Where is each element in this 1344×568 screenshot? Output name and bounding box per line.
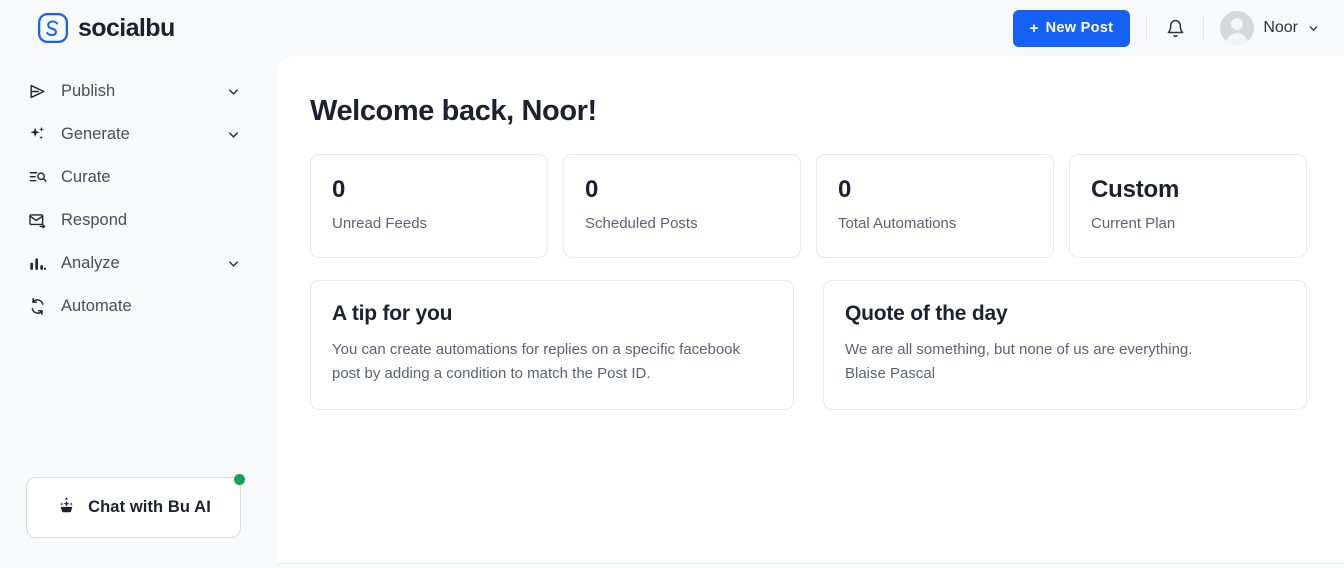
sidebar-item-label: Respond	[61, 211, 128, 229]
sidebar-item-label: Automate	[61, 297, 132, 315]
refresh-cycle-icon	[27, 297, 47, 317]
chat-with-bu-ai-button[interactable]: Chat with Bu AI	[26, 474, 245, 538]
sidebar-item-publish[interactable]: Publish	[0, 70, 277, 113]
list-search-icon	[27, 168, 47, 188]
tip-title: A tip for you	[332, 302, 453, 325]
stat-card-total-automations[interactable]: 0 Total Automations	[816, 154, 1054, 258]
new-post-button[interactable]: + New Post	[1012, 9, 1131, 47]
header-actions: + New Post Noor	[1012, 0, 1320, 56]
stat-label: Scheduled Posts	[585, 215, 698, 233]
chat-with-bu-ai-label: Chat with Bu AI	[88, 498, 211, 516]
stat-label: Unread Feeds	[332, 215, 428, 233]
sparkles-icon	[27, 125, 47, 145]
stat-card-scheduled-posts[interactable]: 0 Scheduled Posts	[563, 154, 801, 258]
chevron-down-icon[interactable]	[226, 256, 241, 271]
notifications-button[interactable]	[1163, 16, 1187, 40]
tip-body: You can create automations for replies o…	[332, 341, 741, 383]
quote-author: Blaise Pascal	[845, 365, 936, 383]
bar-chart-icon	[27, 254, 47, 274]
quote-card: Quote of the day We are all something, b…	[823, 280, 1307, 410]
bottom-rule	[277, 563, 1344, 564]
stat-label: Current Plan	[1091, 215, 1176, 233]
header-divider-2	[1203, 15, 1205, 41]
sidebar-item-label: Publish	[61, 82, 116, 100]
socialbu-s-logo-icon	[38, 13, 68, 43]
chevron-down-icon	[1309, 25, 1318, 31]
header-divider-1	[1146, 15, 1148, 41]
online-status-dot	[234, 474, 245, 485]
chevron-down-icon[interactable]	[226, 84, 241, 99]
sidebar-item-automate[interactable]: Automate	[0, 285, 277, 328]
new-post-label: New Post	[1045, 20, 1114, 36]
stats-row: 0 Unread Feeds 0 Scheduled Posts 0 Total…	[310, 154, 1307, 258]
bu-ai-icon	[56, 495, 77, 521]
stat-value: 0	[332, 176, 346, 203]
brand-name: socialbu	[78, 13, 175, 42]
chevron-down-icon[interactable]	[226, 127, 241, 142]
sidebar-item-analyze[interactable]: Analyze	[0, 242, 277, 285]
avatar-head	[1231, 18, 1244, 30]
user-menu[interactable]: Noor	[1220, 11, 1320, 45]
sidebar-nav: Publish Generate Curate Respond Analyze …	[0, 56, 277, 328]
sidebar-item-respond[interactable]: Respond	[0, 199, 277, 242]
sidebar-item-label: Generate	[61, 125, 130, 143]
sidebar: Publish Generate Curate Respond Analyze …	[0, 56, 277, 568]
bell-icon	[1167, 19, 1184, 37]
panels-row: A tip for you You can create automations…	[310, 280, 1307, 410]
avatar	[1220, 11, 1255, 45]
sidebar-item-label: Analyze	[61, 254, 120, 272]
stat-card-current-plan[interactable]: Custom Current Plan	[1069, 154, 1307, 258]
send-icon	[27, 82, 47, 102]
stat-value: 0	[838, 176, 852, 203]
sidebar-item-generate[interactable]: Generate	[0, 113, 277, 156]
quote-body: We are all something, but none of us are…	[845, 341, 1193, 358]
tip-card: A tip for you You can create automations…	[310, 280, 794, 410]
stat-label: Total Automations	[838, 215, 957, 233]
stat-card-unread-feeds[interactable]: 0 Unread Feeds	[310, 154, 548, 258]
brand-logo[interactable]: socialbu	[38, 13, 175, 43]
app-root: socialbu + New Post Noor Publish Generat…	[0, 0, 1344, 568]
top-header: socialbu + New Post Noor	[0, 0, 1344, 56]
page-title: Welcome back, Noor!	[310, 95, 597, 127]
sidebar-item-curate[interactable]: Curate	[0, 156, 277, 199]
plus-icon: +	[1029, 19, 1039, 37]
user-name: Noor	[1263, 19, 1298, 36]
mail-reply-icon	[27, 211, 47, 231]
quote-title: Quote of the day	[845, 302, 1008, 325]
sidebar-item-label: Curate	[61, 168, 111, 186]
stat-value: 0	[585, 176, 599, 203]
stat-value: Custom	[1091, 176, 1180, 203]
avatar-body	[1226, 33, 1249, 45]
main-content: Welcome back, Noor! 0 Unread Feeds 0 Sch…	[277, 56, 1344, 563]
